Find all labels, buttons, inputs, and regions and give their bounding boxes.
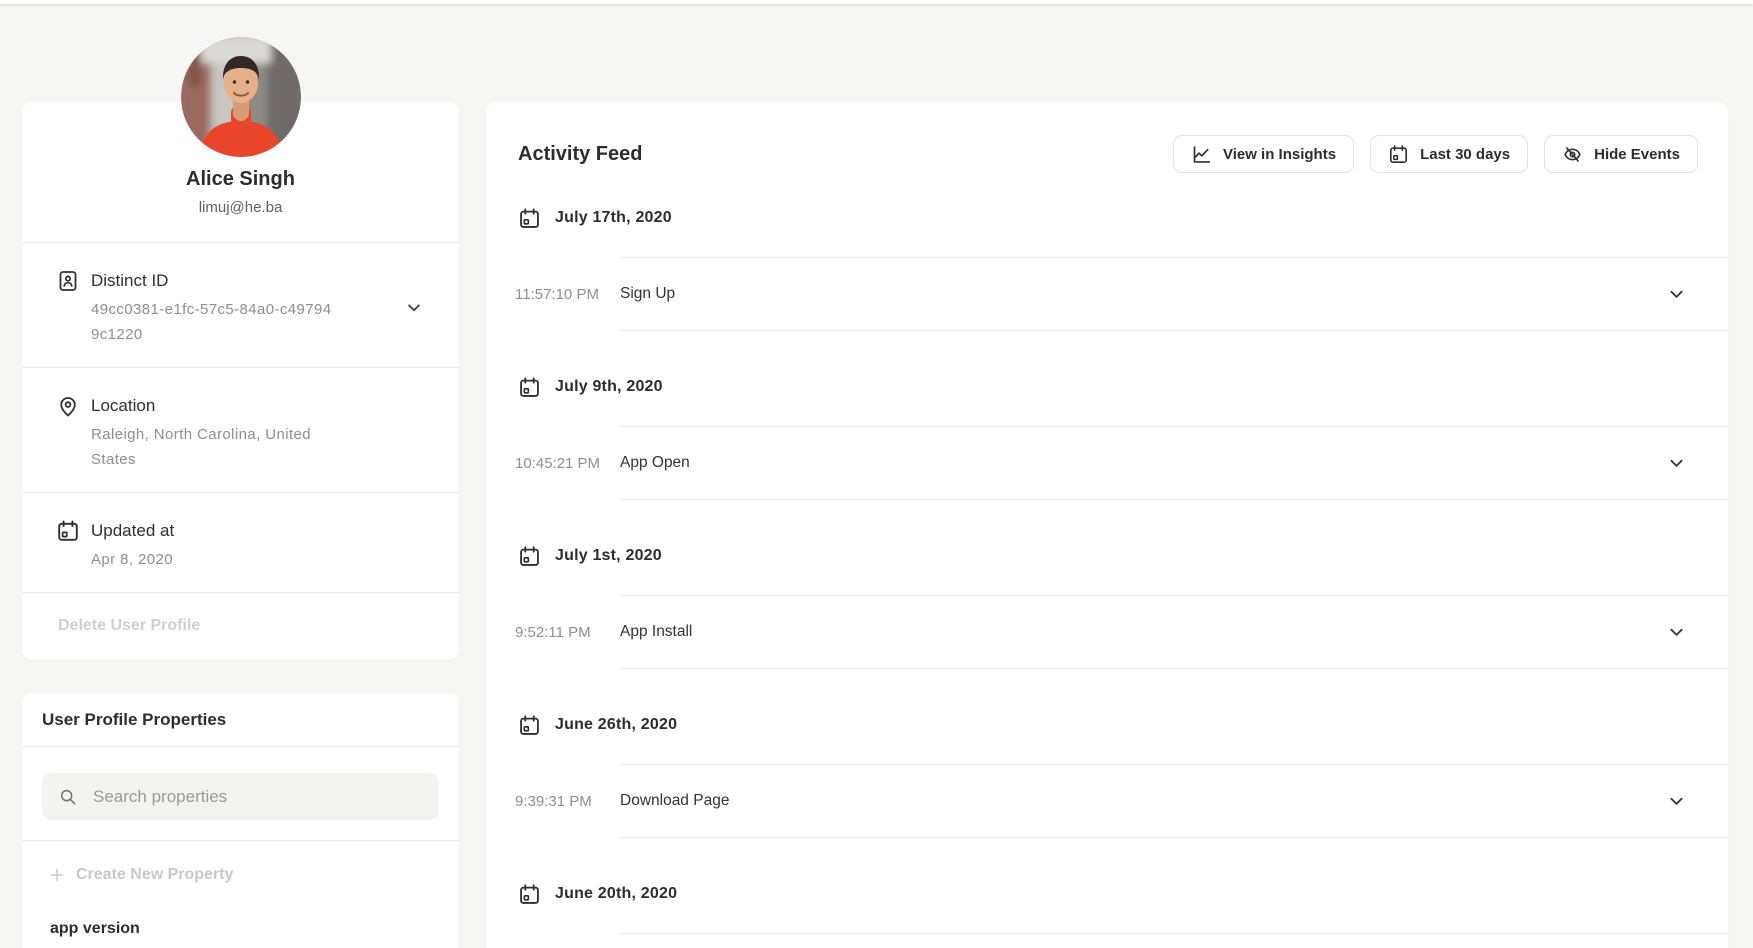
calendar-icon: [56, 519, 80, 543]
activity-feed-title: Activity Feed: [518, 143, 642, 166]
event-row[interactable]: 9:39:31 PM Download Page: [486, 765, 1728, 837]
feed-date-group: June 26th, 2020 9:39:31 PM Download Page: [486, 713, 1728, 838]
event-row[interactable]: 11:57:10 PM Sign Up: [486, 258, 1728, 330]
feed-date-label: June 20th, 2020: [555, 885, 677, 903]
user-profile-properties-card: User Profile Properties Create New Prope…: [22, 693, 459, 948]
activity-feed-header: Activity Feed View in Insights Last 30 d…: [486, 102, 1728, 173]
feed-date-label: July 1st, 2020: [555, 547, 662, 565]
event-name: Download Page: [620, 792, 1667, 810]
feed-date-group: July 1st, 2020 9:52:11 PM App Install: [486, 544, 1728, 669]
field-value: 49cc0381-e1fc-57c5-84a0-c497949c1220: [91, 297, 336, 347]
feed-actions: View in Insights Last 30 days Hide Event…: [1173, 135, 1698, 173]
search-icon: [58, 787, 78, 807]
event-time: 11:57:10 PM: [515, 286, 620, 303]
property-name: app version: [50, 920, 431, 938]
activity-feed-card: Activity Feed View in Insights Last 30 d…: [486, 102, 1728, 948]
calendar-icon: [518, 714, 541, 737]
search-properties-wrap: [22, 747, 459, 841]
feed-date-header: July 1st, 2020: [518, 544, 1728, 568]
search-properties-input[interactable]: [93, 787, 423, 807]
delete-user-profile-button[interactable]: Delete User Profile: [58, 617, 200, 634]
event-time: 9:52:11 PM: [515, 624, 620, 641]
calendar-icon: [518, 376, 541, 399]
field-label: Updated at: [91, 519, 174, 543]
last-30-days-button[interactable]: Last 30 days: [1370, 135, 1528, 173]
profile-field-row: Location Raleigh, North Carolina, United…: [22, 368, 459, 493]
event-time: 9:39:31 PM: [515, 793, 620, 810]
chevron-down-icon[interactable]: [1667, 454, 1686, 473]
location-pin-icon: [56, 394, 80, 418]
feed-date-label: July 17th, 2020: [555, 209, 672, 227]
event-name: App Open: [620, 454, 1667, 472]
button-label: View in Insights: [1223, 146, 1336, 163]
feed-date-header: June 20th, 2020: [518, 882, 1728, 906]
profile-email: limuj@he.ba: [42, 199, 439, 216]
chevron-down-icon[interactable]: [1667, 285, 1686, 304]
profile-fields: Distinct ID 49cc0381-e1fc-57c5-84a0-c497…: [22, 243, 459, 593]
view-in-insights-button[interactable]: View in Insights: [1173, 135, 1354, 173]
property-list: app version 2.3: [22, 896, 459, 948]
profile-field-row: Distinct ID 49cc0381-e1fc-57c5-84a0-c497…: [22, 243, 459, 368]
chevron-down-icon[interactable]: [1667, 623, 1686, 642]
divider: [620, 837, 1728, 838]
field-value: Apr 8, 2020: [91, 547, 174, 572]
line-chart-icon: [1191, 144, 1212, 165]
button-label: Hide Events: [1594, 146, 1680, 163]
top-bar-edge: [0, 0, 1753, 4]
page: Alice Singh limuj@he.ba Distinct ID 49cc…: [0, 0, 1753, 948]
profile-field-row: Updated at Apr 8, 2020: [22, 493, 459, 593]
feed-date-header: July 17th, 2020: [518, 206, 1728, 230]
delete-user-profile-row: Delete User Profile: [22, 593, 459, 660]
divider: [620, 499, 1728, 500]
main-area: Activity Feed View in Insights Last 30 d…: [486, 0, 1728, 948]
create-new-property-button[interactable]: Create New Property: [22, 841, 459, 896]
event-name: App Install: [620, 623, 1667, 641]
search-properties-box[interactable]: [42, 773, 439, 820]
properties-panel-header: User Profile Properties: [22, 693, 459, 747]
profile-name: Alice Singh: [42, 168, 439, 191]
sidebar: Alice Singh limuj@he.ba Distinct ID 49cc…: [22, 0, 459, 948]
divider: [620, 330, 1728, 331]
feed-date-label: June 26th, 2020: [555, 716, 677, 734]
event-row[interactable]: 10:45:21 PM App Open: [486, 427, 1728, 499]
eye-off-icon: [1562, 144, 1583, 165]
property-item[interactable]: app version 2.3: [22, 896, 459, 948]
chevron-down-icon[interactable]: [1667, 792, 1686, 811]
field-label: Location: [91, 394, 341, 418]
button-label: Last 30 days: [1420, 146, 1510, 163]
properties-panel-title: User Profile Properties: [42, 710, 439, 730]
event-row[interactable]: 9:52:11 PM App Install: [486, 596, 1728, 668]
divider: [620, 933, 1728, 934]
feed-groups: July 17th, 2020 11:57:10 PM Sign Up July…: [486, 206, 1728, 934]
calendar-icon: [518, 545, 541, 568]
feed-date-group: July 9th, 2020 10:45:21 PM App Open: [486, 375, 1728, 500]
feed-date-group: June 20th, 2020: [486, 882, 1728, 934]
calendar-icon: [1388, 144, 1409, 165]
feed-date-label: July 9th, 2020: [555, 378, 663, 396]
feed-date-header: June 26th, 2020: [518, 713, 1728, 737]
calendar-icon: [518, 883, 541, 906]
chevron-down-icon[interactable]: [405, 299, 423, 317]
create-new-property-label: Create New Property: [76, 866, 233, 884]
feed-date-group: July 17th, 2020 11:57:10 PM Sign Up: [486, 206, 1728, 331]
field-value: Raleigh, North Carolina, United States: [91, 422, 341, 472]
field-label: Distinct ID: [91, 269, 336, 293]
event-name: Sign Up: [620, 285, 1667, 303]
id-badge-icon: [56, 269, 80, 293]
plus-icon: [48, 866, 66, 884]
event-time: 10:45:21 PM: [515, 455, 620, 472]
divider: [620, 668, 1728, 669]
hide-events-button[interactable]: Hide Events: [1544, 135, 1698, 173]
feed-date-header: July 9th, 2020: [518, 375, 1728, 399]
user-profile-card: Alice Singh limuj@he.ba Distinct ID 49cc…: [22, 102, 459, 660]
calendar-icon: [518, 207, 541, 230]
avatar: [181, 37, 301, 157]
